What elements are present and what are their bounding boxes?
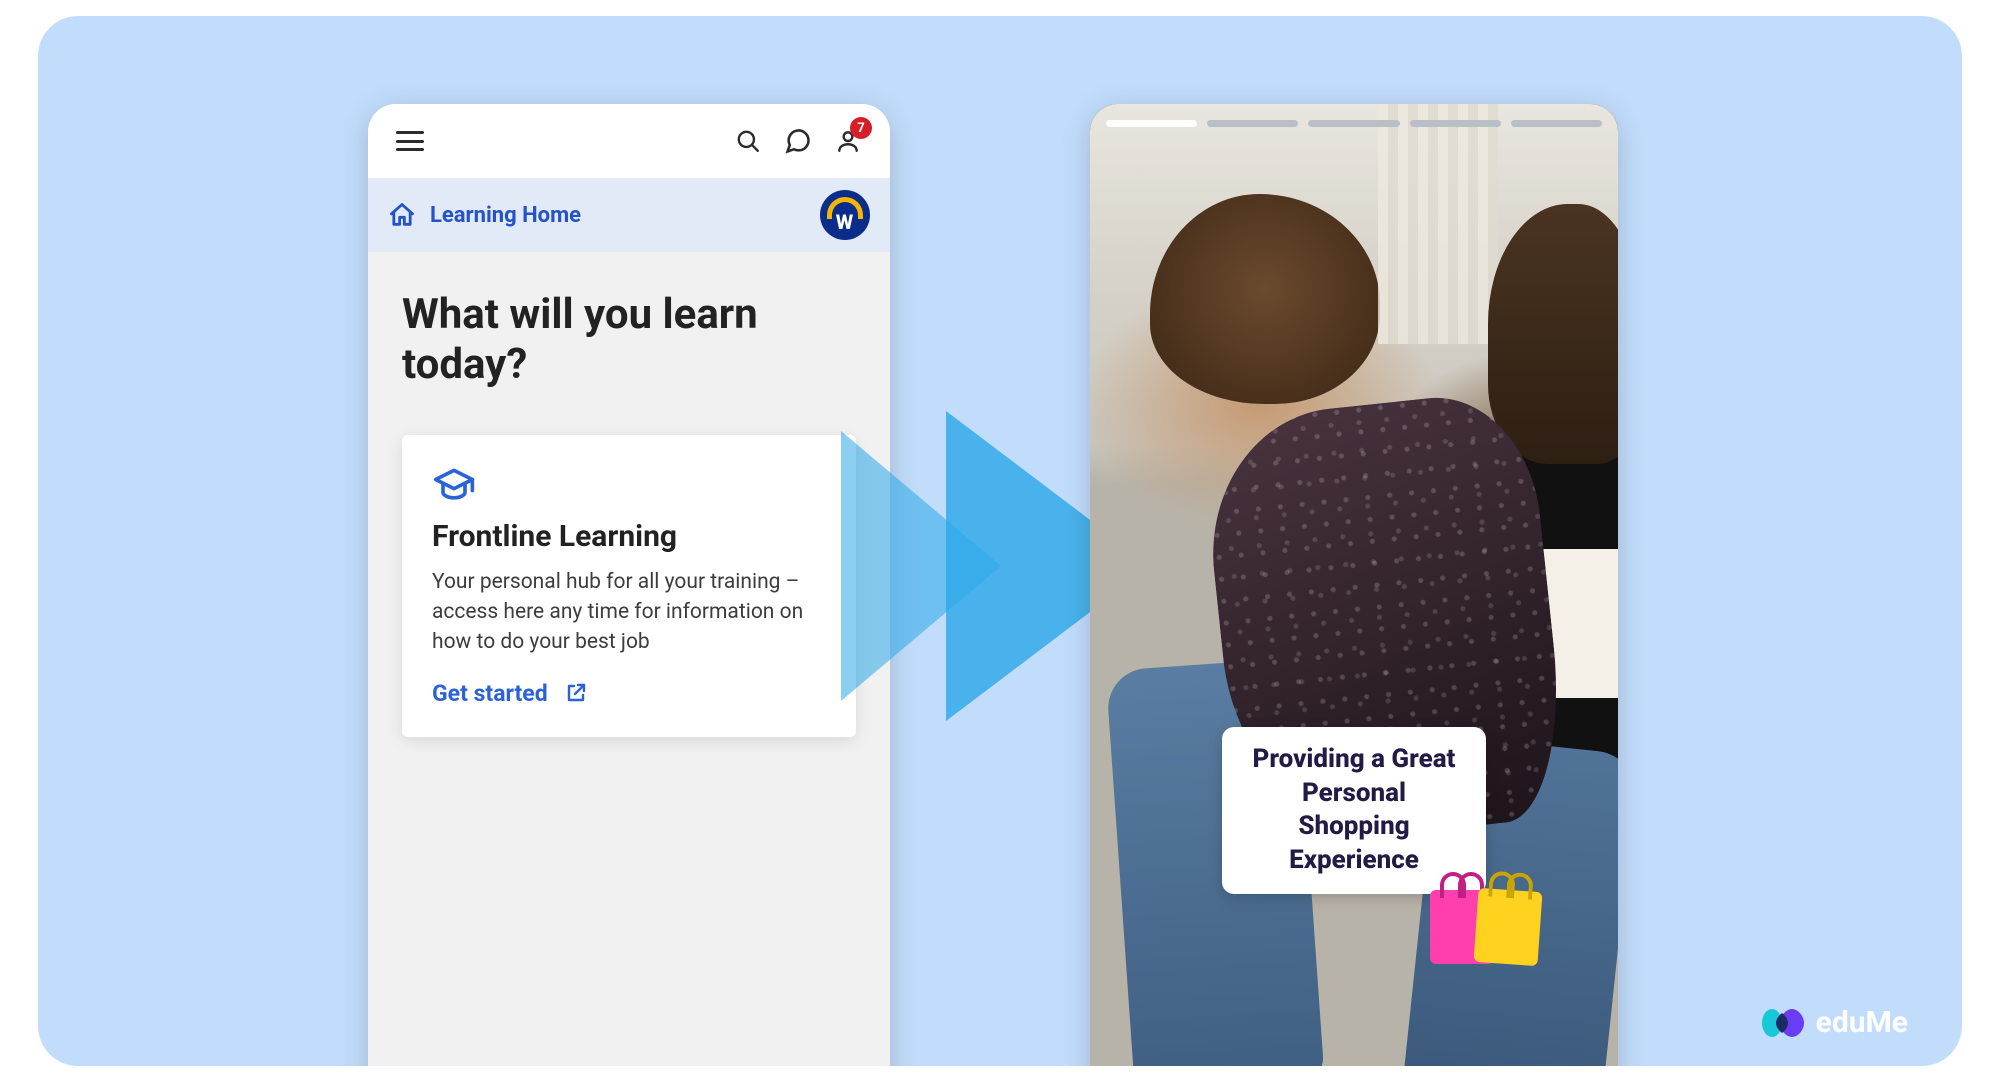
story-caption: Providing a Great Personal Shopping Expe… — [1222, 727, 1486, 894]
edume-mark-icon — [1762, 1007, 1804, 1039]
notification-badge: 7 — [850, 117, 872, 139]
workday-logo-initial: W — [836, 210, 854, 234]
phone-mock-story: Providing a Great Personal Shopping Expe… — [1090, 104, 1618, 1066]
workday-logo[interactable]: W — [820, 190, 870, 240]
story-progress-segment[interactable] — [1106, 120, 1197, 127]
chat-button[interactable] — [778, 121, 818, 161]
card-description: Your personal hub for all your training … — [432, 568, 826, 657]
edume-logo: eduMe — [1762, 1005, 1908, 1040]
external-link-icon — [564, 681, 588, 705]
story-progress-segment[interactable] — [1207, 120, 1298, 127]
app-content: What will you learn today? Frontline Lea… — [368, 252, 890, 1066]
story-progress-segment[interactable] — [1511, 120, 1602, 127]
get-started-link[interactable]: Get started — [432, 680, 588, 707]
cta-label: Get started — [432, 680, 548, 707]
story-progress-segment[interactable] — [1308, 120, 1399, 127]
app-topbar: 7 — [368, 104, 890, 178]
page-headline: What will you learn today? — [402, 290, 856, 389]
app-subheader: Learning Home W — [368, 178, 890, 252]
story-progress-bar[interactable] — [1106, 120, 1602, 127]
learning-card[interactable]: Frontline Learning Your personal hub for… — [402, 435, 856, 736]
phone-mock-learning-app: 7 Learning Home W What will you learn to… — [368, 104, 890, 1066]
chat-icon — [784, 127, 812, 155]
graduation-cap-icon — [432, 463, 826, 507]
profile-button[interactable]: 7 — [828, 121, 868, 161]
edume-wordmark: eduMe — [1816, 1005, 1908, 1040]
story-progress-segment[interactable] — [1410, 120, 1501, 127]
menu-button[interactable] — [390, 121, 430, 161]
hamburger-icon — [396, 131, 424, 151]
subheader-title: Learning Home — [430, 203, 581, 228]
marketing-canvas: 7 Learning Home W What will you learn to… — [38, 16, 1962, 1066]
card-title: Frontline Learning — [432, 519, 826, 554]
search-icon — [735, 128, 761, 154]
shopping-bags-icon — [1430, 890, 1540, 964]
home-icon — [388, 201, 416, 229]
search-button[interactable] — [728, 121, 768, 161]
